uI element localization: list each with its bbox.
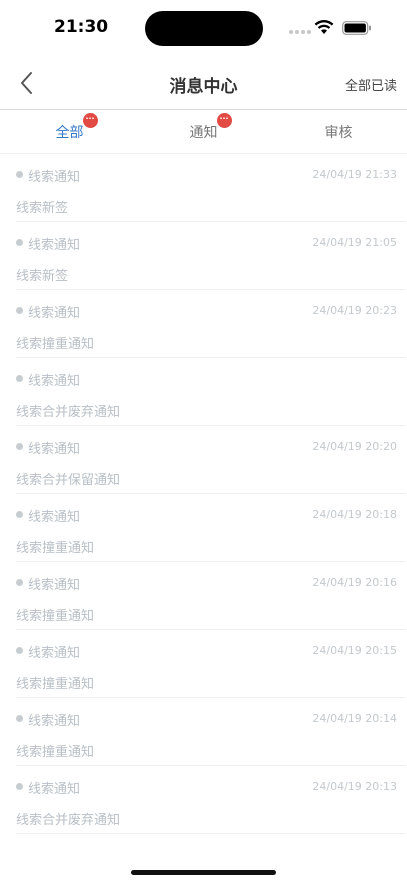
- tab-all-badge: ···: [82, 113, 98, 128]
- message-item[interactable]: 线索通知 24/04/19 20:18 线索撞重通知: [16, 494, 406, 562]
- message-type: 线索通知: [28, 578, 81, 593]
- message-list: 线索通知 24/04/19 21:33 线索新签 线索通知 24/04/19 2…: [0, 154, 407, 834]
- unread-dot: [16, 375, 23, 382]
- tab-all-label: 全部: [55, 125, 84, 141]
- message-item[interactable]: 线索通知 24/04/19 20:16 线索撞重通知: [16, 562, 406, 630]
- message-content: 线索合并保留通知: [16, 473, 121, 488]
- message-time: 24/04/19 21:33: [312, 168, 397, 181]
- unread-dot: [16, 715, 23, 722]
- message-type: 线索通知: [28, 170, 81, 185]
- tab-notice-badge: ···: [216, 113, 232, 128]
- tab-bar: 全部 ··· 通知 ··· 审核: [0, 110, 407, 154]
- message-item[interactable]: 线索通知 24/04/19 20:20 线索合并保留通知: [16, 426, 406, 494]
- home-indicator[interactable]: [131, 870, 276, 875]
- message-content: 线索新签: [16, 269, 69, 284]
- message-type: 线索通知: [28, 510, 81, 525]
- unread-dot: [16, 511, 23, 518]
- screen: 21:30 消息中心 全部已读 全部 ··· 通知 ··· 审核 线索通知 24…: [0, 0, 407, 883]
- tab-review[interactable]: 审核: [271, 110, 406, 154]
- message-item[interactable]: 线索通知 24/04/19 20:23 线索撞重通知: [16, 290, 406, 358]
- message-time: 24/04/19 21:05: [312, 236, 397, 249]
- message-item[interactable]: 线索通知 24/04/19 20:14 线索撞重通知: [16, 698, 406, 766]
- message-content: 线索撞重通知: [16, 541, 95, 556]
- message-content: 线索撞重通知: [16, 609, 95, 624]
- unread-dot: [16, 783, 23, 790]
- message-time: 24/04/19 20:14: [312, 712, 397, 725]
- message-type: 线索通知: [28, 442, 81, 457]
- unread-dot: [16, 239, 23, 246]
- message-content: 线索撞重通知: [16, 745, 95, 760]
- message-time: 24/04/19 20:18: [312, 508, 397, 521]
- message-content: 线索合并废弃通知: [16, 813, 121, 828]
- tab-notice-label: 通知: [189, 125, 218, 141]
- unread-dot: [16, 307, 23, 314]
- message-time: 24/04/19 20:23: [312, 304, 397, 317]
- dynamic-island: [145, 11, 263, 46]
- message-time: 24/04/19 20:15: [312, 644, 397, 657]
- message-content: 线索撞重通知: [16, 677, 95, 692]
- message-item[interactable]: 线索通知 24/04/19 20:15 线索撞重通知: [16, 630, 406, 698]
- unread-dot: [16, 647, 23, 654]
- tab-all[interactable]: 全部 ···: [2, 110, 137, 154]
- wifi-icon: [314, 19, 334, 34]
- unread-dot: [16, 579, 23, 586]
- status-bar: 21:30: [0, 0, 407, 56]
- tab-notice[interactable]: 通知 ···: [136, 110, 271, 154]
- nav-bar: 消息中心 全部已读: [0, 56, 407, 110]
- message-time: 24/04/19 20:20: [312, 440, 397, 453]
- message-item[interactable]: 线索通知 24/04/19 21:33 线索新签: [16, 154, 406, 222]
- message-time: 24/04/19 20:16: [312, 576, 397, 589]
- unread-dot: [16, 171, 23, 178]
- message-type: 线索通知: [28, 374, 81, 389]
- unread-dot: [16, 443, 23, 450]
- message-item[interactable]: 线索通知 24/04/19 20:13 线索合并废弃通知: [16, 766, 406, 834]
- message-item[interactable]: 线索通知 24/04/19 21:05 线索新签: [16, 222, 406, 290]
- message-type: 线索通知: [28, 646, 81, 661]
- message-type: 线索通知: [28, 238, 81, 253]
- message-content: 线索撞重通知: [16, 337, 95, 352]
- tab-review-label: 审核: [324, 125, 353, 141]
- message-type: 线索通知: [28, 782, 81, 797]
- battery-icon: [342, 21, 371, 35]
- mark-all-read-button[interactable]: 全部已读: [345, 75, 397, 94]
- message-type: 线索通知: [28, 714, 81, 729]
- message-content: 线索新签: [16, 201, 69, 216]
- message-content: 线索合并废弃通知: [16, 405, 121, 420]
- status-time: 21:30: [54, 17, 109, 37]
- message-item[interactable]: 线索通知 线索合并废弃通知: [16, 358, 406, 426]
- message-time: 24/04/19 20:13: [312, 780, 397, 793]
- cellular-signal-icon: [289, 30, 311, 34]
- message-type: 线索通知: [28, 306, 81, 321]
